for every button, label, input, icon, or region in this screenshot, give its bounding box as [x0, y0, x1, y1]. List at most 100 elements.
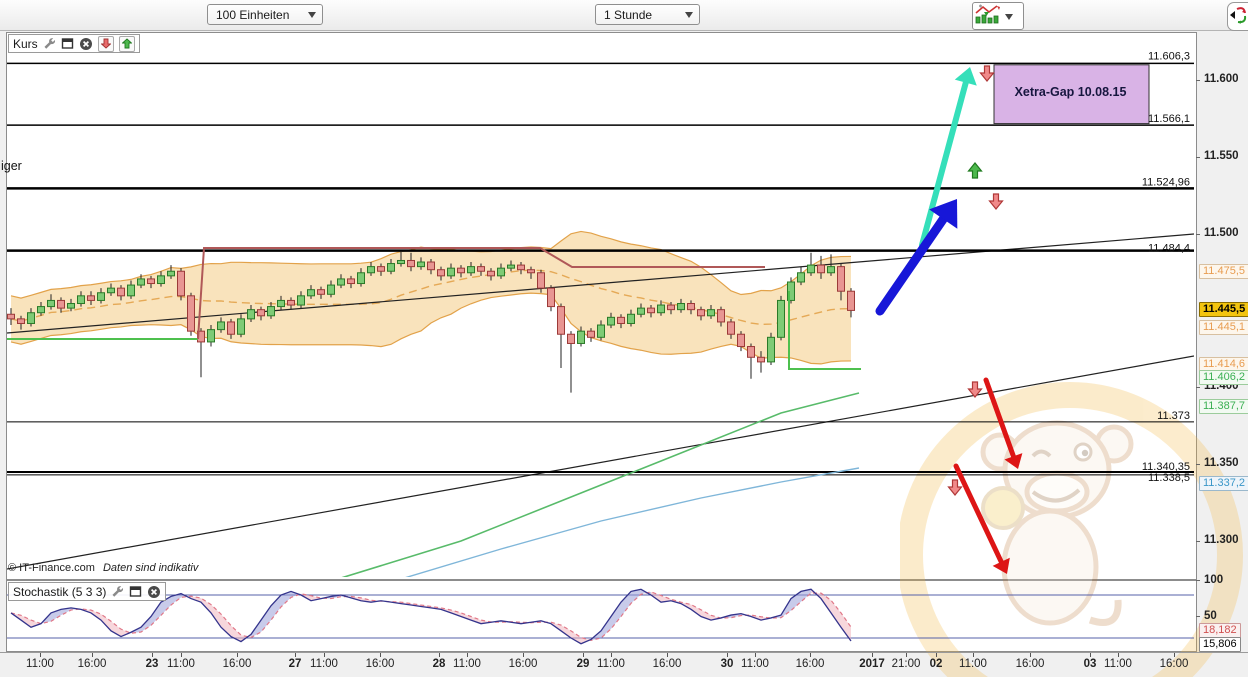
candlestick: [168, 271, 175, 276]
window-icon[interactable]: [129, 585, 142, 598]
price-axis: 11.60011.55011.50011.40011.35011.30011.4…: [1195, 32, 1248, 650]
chart-type-button[interactable]: [972, 2, 1024, 30]
candlestick: [158, 276, 165, 284]
candlestick: [228, 322, 235, 334]
time-axis-label: 23: [146, 658, 159, 670]
time-axis-label: 16:00: [796, 658, 825, 670]
time-axis-label: 11:00: [310, 658, 338, 670]
candlestick: [188, 296, 195, 331]
candlestick: [338, 279, 345, 285]
candlestick: [368, 267, 375, 273]
price-axis-label: 11.300: [1204, 534, 1239, 546]
candlestick: [388, 264, 395, 272]
candlestick: [618, 317, 625, 323]
price-axis-tick: [1196, 464, 1200, 465]
candlestick: [308, 290, 315, 296]
timeframe-dropdown[interactable]: 1 Stunde: [595, 4, 700, 25]
time-axis-tick: [324, 653, 325, 657]
time-axis-tick: [181, 653, 182, 657]
candlestick: [48, 300, 55, 306]
candlestick: [648, 308, 655, 313]
time-axis-tick: [1030, 653, 1031, 657]
candlestick: [448, 268, 455, 276]
wrench-icon[interactable]: [43, 37, 56, 50]
price-alert-box: 11.406,2: [1199, 370, 1248, 385]
price-chart-canvas: 11.606,311.566,111.524,9611.484,411.3731…: [7, 33, 1194, 577]
close-icon[interactable]: [79, 37, 93, 51]
candlestick: [98, 293, 105, 301]
time-axis-tick: [611, 653, 612, 657]
panel-collapse-icon: [1228, 3, 1248, 28]
timeframe-dropdown-value: 1 Stunde: [604, 8, 677, 22]
move-panel-up-button[interactable]: [119, 36, 135, 52]
chevron-down-icon: [685, 12, 693, 22]
candlestick: [18, 319, 25, 324]
close-icon[interactable]: [147, 585, 161, 599]
time-axis-tick: [92, 653, 93, 657]
time-axis-label: 16:00: [1160, 658, 1189, 670]
time-axis-tick: [152, 653, 153, 657]
units-dropdown[interactable]: 100 Einheiten: [207, 4, 323, 25]
candlestick: [348, 279, 355, 284]
time-axis-tick: [936, 653, 937, 657]
level-price-label: 11.373: [1157, 410, 1190, 422]
candlestick: [428, 262, 435, 270]
panel-collapse-button[interactable]: [1227, 2, 1248, 31]
candlestick: [678, 304, 685, 310]
candlestick: [698, 310, 705, 316]
candlestick: [708, 310, 715, 316]
time-axis-label: 27: [289, 658, 302, 670]
move-panel-down-button[interactable]: [98, 36, 114, 52]
candlestick: [588, 331, 595, 337]
candlestick: [718, 310, 725, 322]
level-price-label: 11.338,5: [1148, 472, 1190, 484]
time-axis-tick: [380, 653, 381, 657]
price-axis-tick: [1196, 387, 1200, 388]
time-axis-label: 16:00: [653, 658, 682, 670]
candlestick: [178, 271, 185, 296]
wrench-icon[interactable]: [111, 585, 124, 598]
candlestick: [38, 307, 45, 313]
candlestick: [738, 334, 745, 346]
candlestick: [528, 270, 535, 273]
time-axis-label: 28: [433, 658, 446, 670]
time-axis-label: 11:00: [453, 658, 481, 670]
arrow-down-icon: [101, 38, 111, 49]
time-axis-label: 30: [721, 658, 734, 670]
price-alert-box: 11.387,7: [1199, 399, 1248, 414]
stochastic-panel-header: Stochastik (5 3 3): [8, 582, 166, 601]
time-axis-tick: [1118, 653, 1119, 657]
copyright-disclaimer: Daten sind indikativ: [103, 562, 198, 574]
candlestick: [818, 265, 825, 273]
window-icon[interactable]: [61, 37, 74, 50]
arrow-up-icon: [122, 38, 132, 49]
time-axis-label: 11:00: [167, 658, 195, 670]
price-axis-label: 11.350: [1204, 457, 1239, 469]
price-axis-label: 11.600: [1204, 73, 1239, 85]
chart-type-icon: [973, 3, 1003, 30]
time-axis-tick: [467, 653, 468, 657]
candlestick: [318, 290, 325, 295]
candlestick: [358, 273, 365, 284]
candlestick: [768, 337, 775, 362]
candlestick: [378, 267, 385, 272]
forecast-down-red-2[interactable]: [956, 466, 1001, 562]
candlestick: [458, 268, 465, 273]
candlestick: [748, 347, 755, 358]
time-axis-label: 29: [577, 658, 590, 670]
candlestick: [218, 322, 225, 330]
candlestick: [598, 325, 605, 337]
price-panel-title: Kurs: [13, 37, 38, 51]
time-axis-label: 16:00: [78, 658, 107, 670]
forecast-up-blue[interactable]: [880, 219, 943, 311]
down-signal-arrow-icon: [990, 194, 1003, 209]
price-alert-box: 11.475,5: [1199, 264, 1248, 279]
candlestick: [298, 296, 305, 305]
down-signal-arrow-icon: [949, 480, 962, 495]
time-axis-label: 02: [930, 658, 943, 670]
time-axis-label: 11:00: [26, 658, 54, 670]
candlestick: [548, 288, 555, 306]
chevron-down-icon: [1005, 14, 1013, 24]
time-axis-tick: [810, 653, 811, 657]
time-axis-tick: [439, 653, 440, 657]
